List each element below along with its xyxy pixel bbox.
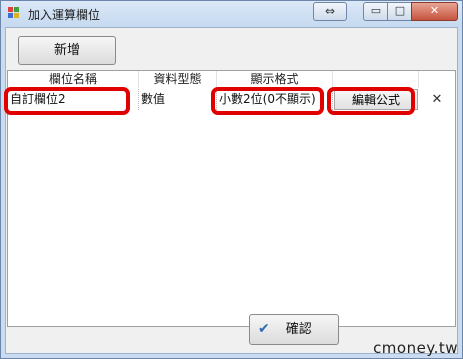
- display-format-cell[interactable]: 小數2位(0不顯示): [217, 89, 333, 110]
- data-type-cell[interactable]: 數值: [139, 89, 217, 110]
- column-grid: 欄位名稱 資料型態 顯示格式 自訂欄位2 數值 小數2位(0不顯示) 編輯公式 …: [7, 70, 456, 327]
- minimize-button[interactable]: ▭: [363, 2, 389, 21]
- add-button[interactable]: 新增: [18, 36, 116, 65]
- resize-toggle-button[interactable]: ⇔: [313, 2, 347, 21]
- maximize-button[interactable]: □: [387, 2, 413, 21]
- dialog-window: 加入運算欄位 ⇔ ▭ □ ✕ 新增 欄位名稱 資料型態 顯示格式 自訂欄位2 數…: [0, 0, 463, 359]
- field-name-cell[interactable]: 自訂欄位2: [8, 89, 139, 110]
- edit-formula-button[interactable]: 編輯公式: [334, 89, 418, 110]
- title-bar[interactable]: 加入運算欄位 ⇔ ▭ □ ✕: [1, 1, 462, 27]
- watermark: cmoney.tw: [373, 339, 458, 357]
- column-header-name[interactable]: 欄位名稱: [8, 71, 139, 88]
- close-button[interactable]: ✕: [411, 2, 458, 21]
- app-icon: [8, 7, 21, 19]
- delete-row-icon[interactable]: ✕: [419, 89, 455, 110]
- confirm-label: 確認: [285, 322, 312, 337]
- check-icon: ✔: [258, 321, 270, 337]
- column-header-format[interactable]: 顯示格式: [217, 71, 333, 88]
- confirm-button[interactable]: ✔ 確認: [249, 314, 339, 345]
- dialog-body: 新增 欄位名稱 資料型態 顯示格式 自訂欄位2 數值 小數2位(0不顯示) 編輯…: [5, 27, 458, 354]
- column-header-type[interactable]: 資料型態: [139, 71, 217, 88]
- window-title: 加入運算欄位: [28, 8, 101, 22]
- table-row: 自訂欄位2 數值 小數2位(0不顯示) 編輯公式 ✕: [8, 89, 455, 110]
- column-header-edit: [333, 71, 419, 88]
